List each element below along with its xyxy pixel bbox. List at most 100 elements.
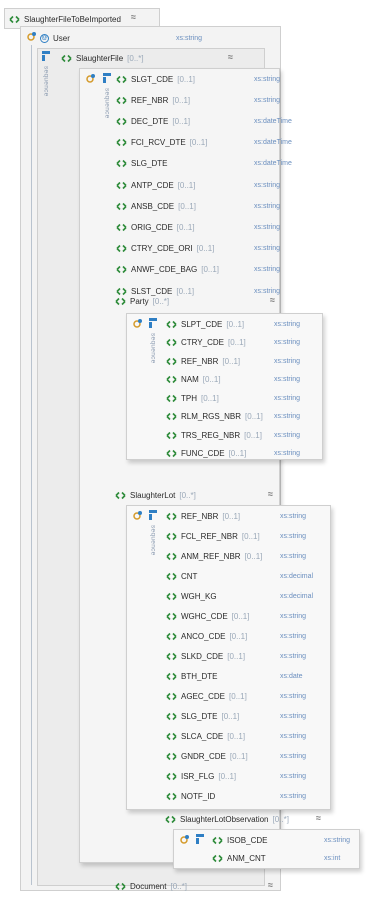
field-type: xs:string (254, 75, 281, 83)
field-name: BTH_DTE (181, 671, 218, 681)
element-icon (116, 202, 127, 210)
element-icon (9, 15, 20, 23)
field-name: SLGT_CDE (131, 74, 174, 84)
field-row[interactable]: CTRY_CDE_ORI [0..1] xs:string (116, 241, 294, 257)
user-attribute-row[interactable]: @ User xs:string (40, 30, 206, 46)
slaughter-lot-row[interactable]: SlaughterLot [0..*] (115, 487, 275, 503)
root-element-header[interactable]: SlaughterFileToBeImported (9, 11, 121, 27)
field-row[interactable]: SLKD_CDE [0..1] xs:string (166, 648, 320, 664)
field-name: ISOB_CDE (227, 835, 268, 845)
field-row[interactable]: WGHC_CDE [0..1] xs:string (166, 608, 320, 624)
collapse-icon[interactable]: ≈ (131, 12, 136, 22)
sequence-icon (42, 51, 50, 61)
field-name: AGEC_CDE (181, 691, 226, 701)
field-type: xs:date (280, 672, 303, 680)
element-icon (116, 96, 127, 104)
collapse-icon[interactable]: ≈ (268, 880, 273, 890)
field-type: xs:string (280, 792, 307, 800)
collapse-icon[interactable]: ≈ (316, 813, 321, 823)
field-type: xs:decimal (280, 572, 314, 580)
root-element-name: SlaughterFileToBeImported (24, 14, 121, 24)
sequence-bar: sequence (39, 50, 53, 210)
field-name: CTRY_CDE (181, 338, 224, 347)
element-icon (115, 491, 126, 499)
collapse-icon[interactable]: ≈ (268, 489, 273, 499)
field-row[interactable]: SLGT_CDE [0..1] xs:string (116, 71, 294, 87)
field-row[interactable]: GNDR_CDE [0..1] xs:string (166, 748, 320, 764)
field-row[interactable]: WGH_KG xs:decimal (166, 588, 320, 604)
field-row[interactable]: NAM [0..1] xs:string (166, 372, 314, 388)
field-row[interactable]: FCI_RCV_DTE [0..1] xs:dateTime (116, 135, 294, 151)
field-cardinality: [0..1] (201, 265, 220, 275)
complex-type-icon (86, 74, 95, 83)
field-row[interactable]: ISOB_CDE xs:string (212, 832, 364, 848)
field-row[interactable]: SLG_DTE xs:dateTime (116, 156, 294, 172)
field-row[interactable]: SLPT_CDE [0..1] xs:string (166, 316, 314, 332)
field-row[interactable]: REF_NBR [0..1] xs:string (116, 92, 294, 108)
field-cardinality: [0..1] (241, 531, 260, 541)
document-row[interactable]: Document [0..*] (115, 878, 275, 894)
element-icon (166, 732, 177, 740)
element-icon (165, 815, 176, 823)
field-name: SLKD_CDE (181, 651, 224, 661)
sequence-label: sequence (42, 66, 50, 97)
field-cardinality: [0..1] (229, 691, 247, 701)
field-type: xs:string (274, 320, 301, 328)
field-row[interactable]: SLG_DTE [0..1] xs:string (166, 708, 320, 724)
field-row[interactable]: ANCO_CDE [0..1] xs:string (166, 628, 320, 644)
field-type: xs:string (274, 431, 301, 439)
field-type: xs:string (280, 652, 307, 660)
field-row[interactable]: REF_NBR [0..1] xs:string (166, 508, 320, 524)
field-row[interactable]: REF_NBR [0..1] xs:string (166, 353, 314, 369)
field-type: xs:string (324, 836, 351, 844)
field-row[interactable]: BTH_DTE xs:date (166, 668, 320, 684)
field-row[interactable]: TRS_REG_NBR [0..1] xs:string (166, 427, 314, 443)
collapse-icon[interactable]: ≈ (228, 52, 233, 62)
field-row[interactable]: ANTP_CDE [0..1] xs:string (116, 177, 294, 193)
sequence-icon (103, 73, 111, 83)
complex-type-icon (27, 32, 36, 41)
field-row[interactable]: DEC_DTE [0..1] xs:dateTime (116, 113, 294, 129)
sequence-bar: sequence (146, 509, 160, 609)
element-icon (166, 692, 177, 700)
field-name: WGHC_CDE (181, 611, 228, 621)
element-icon (166, 357, 177, 365)
field-type: xs:int (324, 855, 341, 862)
field-row[interactable]: ANM_CNT xs:int (212, 851, 364, 867)
element-icon (116, 117, 127, 125)
field-type: xs:string (280, 752, 307, 760)
field-row[interactable]: CTRY_CDE [0..1] xs:string (166, 335, 314, 351)
field-row[interactable]: ANSB_CDE [0..1] xs:string (116, 198, 294, 214)
field-row[interactable]: CNT xs:decimal (166, 568, 320, 584)
field-name: REF_NBR (181, 356, 219, 366)
field-row[interactable]: FUNC_CDE [0..1] xs:string (166, 446, 314, 462)
field-row[interactable]: SLCA_CDE [0..1] xs:string (166, 728, 320, 744)
field-row[interactable]: TPH [0..1] xs:string (166, 390, 314, 406)
complex-type-icon (133, 319, 142, 328)
field-name: SLG_DTE (131, 159, 168, 169)
collapse-icon[interactable]: ≈ (270, 295, 275, 305)
field-type: xs:string (254, 223, 281, 231)
field-row[interactable]: NOTF_ID xs:string (166, 788, 320, 804)
field-name: CTRY_CDE_ORI (131, 244, 193, 254)
observation-row[interactable]: SlaughterLotObservation [0..*] (165, 811, 325, 827)
field-row[interactable]: ANM_REF_NBR [0..1] xs:string (166, 548, 320, 564)
field-row[interactable]: ORIG_CDE [0..1] xs:string (116, 219, 294, 235)
field-row[interactable]: RLM_RGS_NBR [0..1] xs:string (166, 409, 314, 425)
field-row[interactable]: AGEC_CDE [0..1] xs:string (166, 688, 320, 704)
field-row[interactable]: ISR_FLG [0..1] xs:string (166, 768, 320, 784)
field-name: ANSB_CDE (131, 201, 175, 211)
slaughter-file-row[interactable]: SlaughterFile [0..*] (61, 50, 211, 66)
sequence-bar: sequence (100, 72, 114, 172)
element-icon (166, 449, 177, 458)
field-type: xs:string (280, 512, 307, 520)
field-row[interactable]: FCL_REF_NBR [0..1] xs:string (166, 528, 320, 544)
field-type: xs:decimal (280, 592, 314, 600)
field-name: FCL_REF_NBR (181, 531, 238, 541)
party-row[interactable]: Party [0..*] (115, 293, 275, 309)
field-name: RLM_RGS_NBR (181, 412, 242, 421)
field-row[interactable]: ANWF_CDE_BAG [0..1] xs:string (116, 262, 294, 278)
field-cardinality: [0..1] (227, 338, 246, 347)
field-name: FCI_RCV_DTE (131, 138, 186, 148)
element-cardinality: [0..*] (272, 814, 289, 824)
